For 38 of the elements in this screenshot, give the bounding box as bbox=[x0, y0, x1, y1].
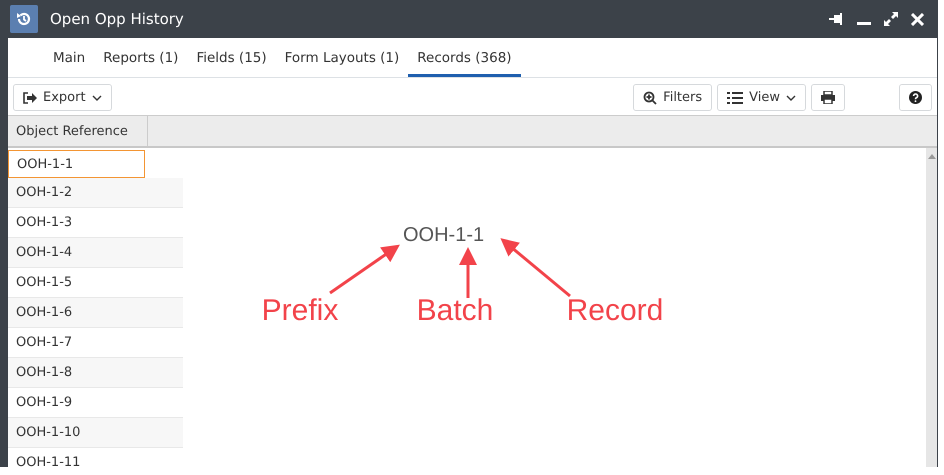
table-cell[interactable]: OOH-1-6 bbox=[8, 298, 183, 328]
tab[interactable]: Form Layouts (1) bbox=[276, 38, 408, 77]
column-header[interactable]: Object Reference bbox=[8, 116, 148, 146]
close-icon[interactable] bbox=[911, 12, 924, 26]
caret-icon bbox=[92, 94, 102, 100]
tab[interactable]: Records (368) bbox=[408, 38, 521, 77]
callout-label: Batch bbox=[416, 294, 494, 328]
caret-icon bbox=[786, 94, 796, 100]
table-cell[interactable]: OOH-1-4 bbox=[8, 238, 183, 268]
sample-reference: OOH-1-1 bbox=[403, 224, 484, 247]
callout-label: Prefix bbox=[262, 294, 338, 328]
filters-button[interactable]: Filters bbox=[633, 84, 712, 111]
table-cell[interactable]: OOH-1-11 bbox=[8, 448, 183, 467]
tab[interactable]: Fields (15) bbox=[187, 38, 276, 77]
help-button[interactable] bbox=[899, 84, 932, 111]
callout-label: Record bbox=[566, 294, 664, 328]
zoom-in-icon bbox=[643, 90, 658, 104]
pin-icon[interactable] bbox=[829, 13, 845, 25]
maximize-icon[interactable] bbox=[883, 11, 899, 27]
table-cell[interactable]: OOH-1-1 bbox=[8, 150, 145, 178]
table-cell[interactable]: OOH-1-8 bbox=[8, 358, 183, 388]
view-button[interactable]: View bbox=[717, 84, 806, 111]
table-cell[interactable]: OOH-1-10 bbox=[8, 418, 183, 448]
history-icon bbox=[10, 5, 38, 33]
arrow bbox=[500, 238, 571, 298]
tab[interactable]: Reports (1) bbox=[94, 38, 188, 77]
scrollbar[interactable] bbox=[926, 148, 937, 467]
list-icon bbox=[727, 92, 744, 104]
export-button[interactable]: Export bbox=[13, 84, 112, 111]
arrow bbox=[459, 247, 477, 298]
help-icon bbox=[909, 91, 922, 104]
window-title: Open Opp History bbox=[50, 10, 185, 28]
table-cell[interactable]: OOH-1-2 bbox=[8, 178, 183, 208]
arrow bbox=[329, 244, 400, 294]
tab[interactable]: Main bbox=[44, 38, 94, 77]
export-icon bbox=[23, 92, 37, 104]
print-button[interactable] bbox=[811, 84, 845, 111]
printer-icon bbox=[821, 91, 835, 104]
